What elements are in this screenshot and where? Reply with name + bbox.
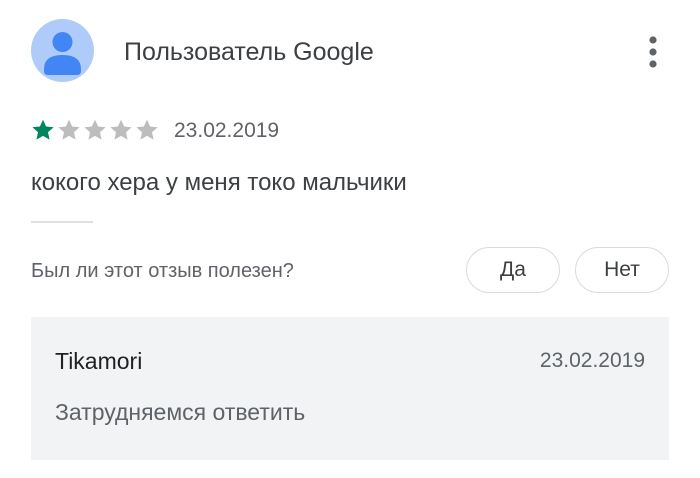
star-empty-icon	[110, 119, 132, 140]
more-options-button[interactable]	[636, 32, 670, 72]
developer-reply: Tikamori 23.02.2019 Затрудняемся ответит…	[31, 317, 669, 460]
review-author-name: Пользователь Google	[124, 38, 374, 66]
star-empty-icon	[84, 119, 106, 140]
reply-date: 23.02.2019	[539, 349, 645, 372]
star-empty-icon	[58, 119, 80, 140]
star-empty-icon	[136, 119, 158, 140]
helpful-question: Был ли этот отзыв полезен?	[31, 260, 294, 282]
reply-author: Tikamori	[55, 348, 143, 374]
divider	[31, 221, 93, 223]
helpful-no-button[interactable]: Нет	[575, 247, 669, 293]
star-rating	[30, 117, 160, 143]
reply-text: Затрудняемся ответить	[55, 399, 306, 425]
more-vert-icon	[649, 36, 657, 68]
person-icon	[44, 32, 81, 75]
review-date: 23.02.2019	[174, 119, 280, 142]
helpful-yes-button[interactable]: Да	[466, 247, 560, 293]
avatar	[31, 19, 94, 82]
review-text: кокого хера у меня токо мальчики	[31, 169, 407, 196]
star-filled-icon	[32, 119, 54, 140]
